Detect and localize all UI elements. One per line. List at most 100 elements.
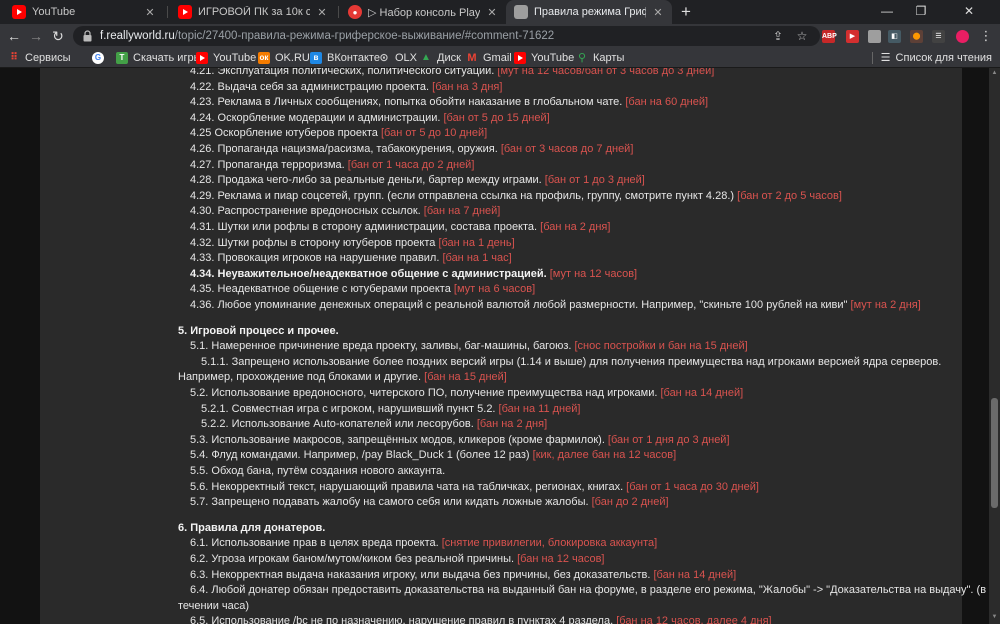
bookmark-gmail[interactable]: M Gmail (466, 51, 511, 65)
rule-penalty: [бан на 1 час] (439, 252, 512, 265)
olx-icon: ⊙ (379, 52, 389, 64)
rule-penalty: [мут на 12 часов/бан от 3 часов до 3 дне… (494, 68, 715, 77)
rule-line: 6.1. Использование прав в целях вреда пр… (190, 536, 657, 551)
rule-penalty: [бан на 15 дней] (421, 371, 507, 384)
scroll-thumb[interactable] (991, 398, 998, 508)
rule-penalty: [бан от 1 часа до 2 дней] (344, 158, 475, 171)
rule-line: течении часа) (178, 599, 249, 614)
extension-icon[interactable]: ◧ (888, 30, 901, 43)
rule-text: 5.3. Использование макросов, запрещённых… (190, 433, 605, 446)
address-bar[interactable]: f.reallyworld.ru/topic/27400-правила-реж… (73, 26, 820, 46)
share-icon[interactable]: ⇪ (771, 29, 785, 43)
bookmark-apps[interactable]: ⠿ Сервисы (8, 51, 70, 65)
tab-rules-active[interactable]: Правила режима Гриферское в ✕ (506, 0, 672, 24)
rule-line: 5.3. Использование макросов, запрещённых… (190, 433, 730, 448)
extension-icon[interactable]: ⬤ (910, 30, 923, 43)
rule-penalty: [бан от 1 часа до 30 дней] (623, 480, 759, 493)
divider (871, 51, 873, 64)
rule-text: 4.33. Провокация игроков на нарушение пр… (190, 252, 440, 265)
apps-grid-icon: ⠿ (10, 52, 18, 63)
rule-penalty: [бан от 5 до 15 дней] (440, 111, 550, 124)
rule-text: 4.31. Шутки или рофлы в сторону админист… (190, 221, 538, 233)
tab-youtube[interactable]: YouTube ✕ (4, 0, 164, 24)
rule-text: 4.27. Пропаганда терроризма. (190, 158, 345, 171)
rule-text: 6.2. Угроза игрокам баном/мутом/киком бе… (190, 553, 515, 565)
close-icon[interactable]: ✕ (652, 6, 664, 19)
minimize-button[interactable]: — (870, 0, 904, 24)
menu-kebab-icon[interactable]: ⋮ (976, 26, 996, 46)
bookmark-ok[interactable]: ок OK.RU (258, 51, 310, 65)
rule-penalty: [мут на 12 часов] (546, 267, 638, 280)
gmail-icon: M (467, 52, 477, 64)
bookmark-star-icon[interactable]: ☆ (795, 29, 809, 43)
rule-penalty: [мут на 6 часов] (450, 283, 536, 296)
bookmark-vk[interactable]: в ВКонтакте (310, 51, 380, 65)
rule-text: 6.1. Использование прав в целях вреда пр… (190, 537, 439, 550)
vk-icon: в (310, 52, 322, 64)
scroll-up-icon[interactable]: ▲ (991, 70, 998, 77)
bookmark-youtube-2[interactable]: YouTube (514, 51, 574, 65)
tab-gaming-pc[interactable]: ИГРОВОЙ ПК за 10к с Барахолки ✕ (170, 0, 336, 24)
rule-line: 6.5. Использование /bc не по назначению,… (190, 614, 772, 624)
rule-text: 4.30. Распространение вредоносных ссылок… (190, 205, 421, 218)
bookmark-disk[interactable]: ▲ Диск (420, 51, 461, 65)
ok-icon: ок (258, 52, 270, 64)
rule-penalty: [бан на 12 часов] (514, 553, 605, 565)
rule-line: 4.34. Неуважительное/неадекватное общени… (190, 267, 637, 282)
reload-button[interactable]: ↻ (48, 26, 68, 46)
rule-line: 6.2. Угроза игрокам баном/мутом/киком бе… (190, 552, 605, 567)
tab-separator (338, 6, 339, 18)
scroll-down-icon[interactable]: ▼ (991, 614, 998, 621)
close-icon[interactable]: ✕ (316, 6, 328, 19)
lock-icon (83, 30, 92, 42)
rule-text: 6.3. Некорректная выдача наказания игрок… (190, 568, 651, 581)
rule-line: 5.6. Некорректный текст, нарушающий прав… (190, 480, 759, 495)
page-scrollbar[interactable]: ▲ ▼ (989, 68, 1000, 624)
extensions-menu-icon[interactable]: ☰ (932, 30, 945, 43)
bookmark-olx[interactable]: ⊙ OLX (378, 51, 417, 65)
rule-line: 4.35. Неадекватное общение с ютуберами п… (190, 282, 535, 297)
rule-text: 4.22. Выдача себя за администрацию проек… (190, 80, 430, 93)
rule-text: 4.26. Пропаганда нацизма/расизма, табако… (190, 143, 498, 155)
adblock-icon[interactable]: ABP (822, 30, 837, 43)
bookmark-google[interactable]: G (92, 51, 109, 65)
google-icon: G (92, 52, 104, 64)
tab-playstation[interactable]: ● ▷ Набор консоль PlayStation 5 ✕ (340, 0, 506, 24)
bookmark-youtube[interactable]: YouTube (196, 51, 256, 65)
rule-line: 6.3. Некорректная выдача наказания игрок… (190, 568, 736, 583)
rule-penalty: [кик, далее бан на 12 часов] (529, 449, 677, 462)
extension-icon[interactable] (868, 30, 881, 43)
rule-penalty: [бан на 60 дней] (622, 96, 709, 109)
youtube-icon (514, 52, 526, 64)
rule-line: 5.4. Флуд командами. Например, /pay Blac… (190, 448, 676, 463)
bookmark-maps[interactable]: ⚲ Карты (576, 51, 624, 65)
drive-icon: ▲ (421, 52, 431, 63)
new-tab-button[interactable]: + (676, 2, 696, 22)
rule-line: 4.21. Эксплуатация политических, политич… (190, 68, 714, 79)
rule-text: 4.28. Продажа чего-либо за реальные день… (190, 174, 542, 187)
rule-penalty: [бан на 2 дня] (537, 221, 611, 233)
rule-penalty: [бан на 3 дня] (429, 80, 503, 93)
window-close-button[interactable]: ✕ (952, 0, 986, 24)
rule-line: 4.31. Шутки или рофлы в сторону админист… (190, 220, 610, 235)
rule-text: 6.4. Любой донатер обязан предоставить д… (190, 584, 987, 597)
maps-icon: ⚲ (577, 52, 587, 64)
forward-button[interactable]: → (26, 26, 46, 46)
rule-line: Например, прохождение под блоками и друг… (178, 370, 507, 385)
bookmark-games[interactable]: T Скачать игры (116, 51, 202, 65)
rule-text: 4.23. Реклама в Личных сообщениях, попыт… (190, 96, 623, 109)
rule-line: 5.5. Обход бана, путём создания нового а… (190, 464, 445, 479)
rule-text: 5.1.1. Запрещено использование более поз… (201, 355, 942, 368)
rule-text: 4.32. Шутки рофлы в сторону ютуберов про… (190, 236, 436, 249)
restore-button[interactable]: ❐ (904, 0, 938, 24)
close-icon[interactable]: ✕ (144, 6, 156, 19)
back-button[interactable]: ← (4, 26, 24, 46)
video-extension-icon[interactable]: ▶ (846, 30, 859, 43)
close-icon[interactable]: ✕ (486, 6, 498, 19)
profile-avatar[interactable] (956, 30, 969, 43)
rule-penalty: [бан от 1 дня до 3 дней] (604, 433, 730, 446)
youtube-icon (178, 5, 192, 19)
rule-penalty: [бан на 2 дня] (473, 418, 548, 431)
tab-title: ▷ Набор консоль PlayStation 5 (368, 6, 480, 19)
reading-list-button[interactable]: ☰ Список для чтения (871, 51, 992, 64)
